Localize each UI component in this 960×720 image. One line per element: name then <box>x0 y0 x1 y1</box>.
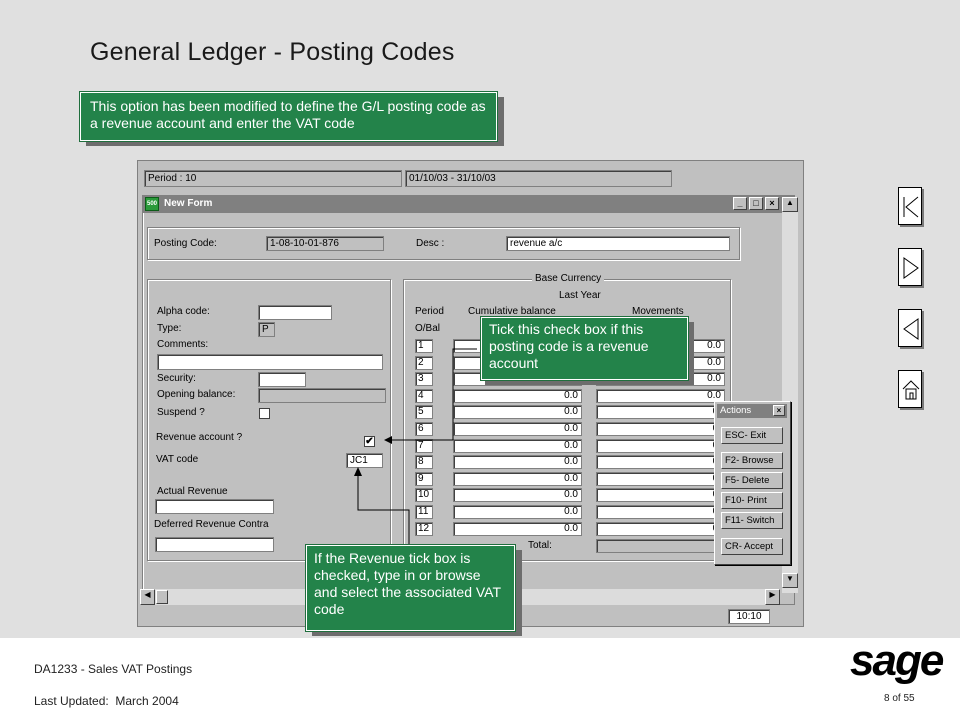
home-icon <box>902 380 920 400</box>
tick-pointer-arrowhead <box>384 436 392 444</box>
previous-slide-icon <box>903 318 919 340</box>
footer: DA1233 - Sales VAT Postings Last Updated… <box>0 636 960 720</box>
callout-arrows <box>354 348 477 548</box>
sage-logo: sage <box>850 636 944 685</box>
vat-callout-text: If the Revenue tick box is checked, type… <box>314 550 501 617</box>
tick-pointer-line <box>390 348 477 441</box>
next-slide-button[interactable] <box>898 248 922 286</box>
vat-callout: If the Revenue tick box is checked, type… <box>306 545 515 631</box>
first-slide-icon <box>903 196 919 218</box>
vat-pointer-arrowhead <box>354 467 362 476</box>
next-slide-icon <box>903 257 919 279</box>
tick-callout: Tick this check box if this posting code… <box>481 317 688 380</box>
vat-pointer-line <box>357 474 410 548</box>
course-label: DA1233 - Sales VAT Postings <box>34 662 193 676</box>
page-number: 8 of 55 <box>884 693 915 704</box>
tick-callout-text: Tick this check box if this posting code… <box>489 321 649 371</box>
first-slide-button[interactable] <box>898 187 922 225</box>
previous-slide-button[interactable] <box>898 309 922 347</box>
slide-area: General Ledger - Posting Codes This opti… <box>0 0 960 638</box>
last-updated-label: Last Updated: March 2004 <box>34 694 179 708</box>
home-button[interactable] <box>898 370 922 408</box>
